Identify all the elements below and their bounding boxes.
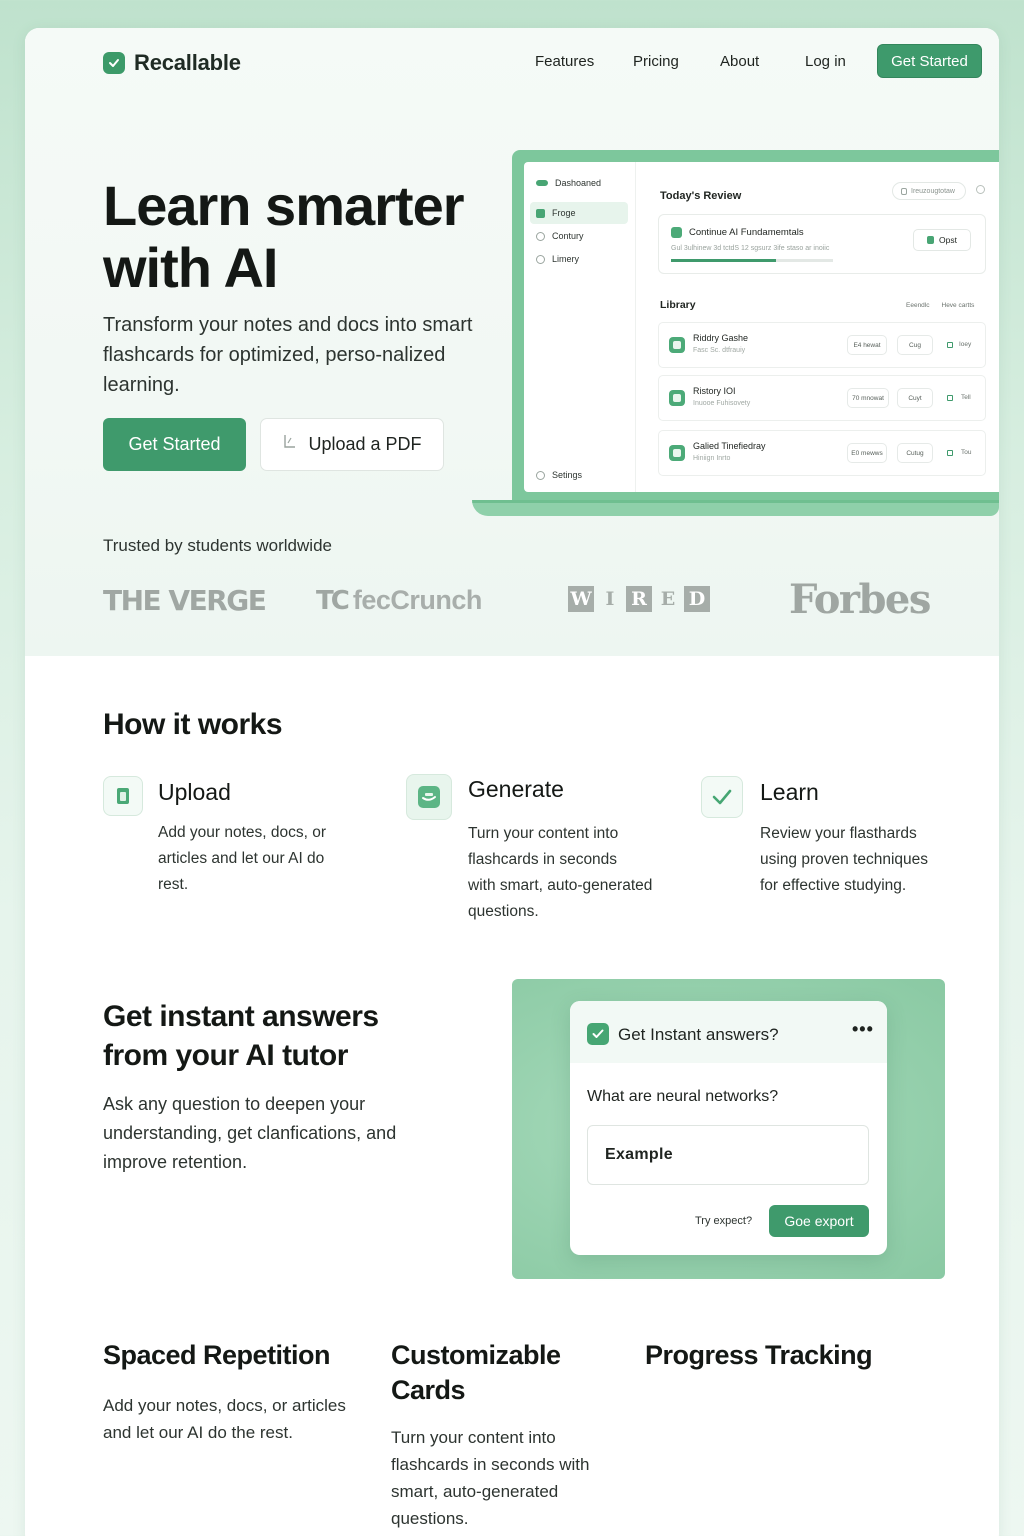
mock-sidebar-item-limery[interactable]: Limery: [530, 248, 628, 270]
mock-today-title: Today's Review: [660, 190, 742, 202]
mock-review-progress: [671, 259, 833, 262]
chat-header: Get Instant answers? •••: [570, 1001, 887, 1063]
mock-sidebar-item-settings[interactable]: Setings: [530, 464, 628, 486]
mock-review-card[interactable]: Continue AI Fundamemtals Gul 3ulhinew 3d…: [658, 214, 986, 274]
mock-sidebar-item-froge[interactable]: Froge: [530, 202, 628, 224]
feature-customizable-cards-text: Turn your content into flashcards in sec…: [391, 1428, 590, 1528]
cards-icon: [536, 208, 545, 218]
app-preview-screen: Dashoaned Froge Contury Limery Setings T…: [524, 162, 999, 492]
feature-progress-tracking-title: Progress Tracking: [645, 1340, 873, 1370]
mock-review-button[interactable]: Opst: [913, 229, 971, 251]
mock-library-tool[interactable]: Heve cartts: [942, 302, 975, 309]
mock-row-dot: [947, 395, 953, 401]
check-icon: [701, 776, 743, 818]
mock-sidebar: Dashoaned Froge Contury Limery Setings: [524, 162, 636, 492]
step-generate-title: Generate: [468, 776, 564, 802]
dashboard-icon: [536, 180, 548, 186]
logo[interactable]: Recallable: [103, 50, 241, 76]
hero-title-line2: with AI: [103, 236, 278, 299]
step-upload-title: Upload: [158, 779, 231, 805]
hero-get-started-button[interactable]: Get Started: [103, 418, 246, 471]
mock-row-dot: [947, 450, 953, 456]
step-generate-text: Turn your content into flashcards in sec…: [468, 825, 653, 920]
nav-link-pricing[interactable]: Pricing: [633, 53, 679, 70]
mock-sidebar-item-dashboard[interactable]: Dashoaned: [530, 172, 628, 194]
chat-submit-button[interactable]: Goe export: [769, 1205, 869, 1237]
hero-title-line1: Learn smarter: [103, 174, 465, 237]
feature-spaced-repetition-text: Add your notes, docs, or articles and le…: [103, 1396, 346, 1442]
how-it-works-title: How it works: [103, 708, 283, 741]
upload-pdf-label: Upload a PDF: [308, 434, 422, 454]
chat-title: Get Instant answers?: [618, 1025, 779, 1044]
ai-tutor-text: Ask any question to deepen your understa…: [103, 1094, 397, 1172]
top-nav: Recallable Features Pricing About Log in…: [25, 28, 999, 98]
feature-customizable-cards-title: Customizable Cards: [391, 1340, 561, 1405]
search-icon: [536, 231, 545, 241]
step-learn-text: Review your flasthards using proven tech…: [760, 825, 929, 894]
deck-icon: [669, 445, 685, 461]
nav-link-about[interactable]: About: [720, 53, 759, 70]
cards-icon: [406, 774, 452, 820]
mock-library-row[interactable]: Galied Tinefiedray Hiniign Inrto E0 meww…: [658, 430, 986, 476]
feature-spaced-repetition-title: Spaced Repetition: [103, 1340, 331, 1370]
step-learn-title: Learn: [760, 779, 819, 805]
mock-sidebar-item-contury[interactable]: Contury: [530, 225, 628, 247]
chat-widget: Get Instant answers? ••• What are neural…: [570, 1001, 887, 1255]
laptop-base: [472, 500, 999, 516]
mock-library-row[interactable]: Riddry Gashe Fasc Sc. dtfrauiy E4 hewat …: [658, 322, 986, 368]
mock-row-pill: E0 mewws: [847, 443, 887, 463]
lock-icon: [901, 187, 907, 195]
mock-row-pill: Cuyt: [897, 388, 933, 408]
mock-library-row[interactable]: Ristory IOI Inuooe Fuhisovety 70 mnowat …: [658, 375, 986, 421]
mock-row-pill: 70 mnowat: [847, 388, 889, 408]
logo-the-verge: THE VERGE: [103, 584, 267, 617]
upload-icon: [282, 433, 298, 456]
chat-question: What are neural networks?: [587, 1088, 779, 1105]
mock-row-dot: [947, 342, 953, 348]
mock-row-pill: Cug: [897, 335, 933, 355]
search-icon: [536, 254, 545, 264]
logo-techcrunch: TC fecCrunch: [316, 585, 482, 616]
deck-icon: [669, 337, 685, 353]
hero-subtitle: Transform your notes and docs into smart…: [103, 314, 473, 396]
mock-library-tools: Eeendlc Heve cartts: [906, 302, 974, 309]
logo-forbes: Forbes: [789, 576, 931, 623]
app-preview-laptop: Dashoaned Froge Contury Limery Setings T…: [512, 150, 999, 500]
mock-row-pill: E4 hewat: [847, 335, 887, 355]
more-options-icon[interactable]: •••: [852, 1019, 874, 1040]
mock-review-progress-fill: [671, 259, 777, 262]
hero-title: Learn smarter with AI: [103, 175, 503, 299]
nav-get-started-button[interactable]: Get Started: [877, 44, 982, 78]
logo-text: Recallable: [134, 50, 241, 75]
logo-wired: W I R E D: [568, 586, 710, 612]
ai-tutor-title: Get instant answers from your AI tutor: [103, 1000, 379, 1072]
nav-link-login[interactable]: Log in: [805, 53, 846, 70]
mock-row-pill: Cutug: [897, 443, 933, 463]
gear-icon: [536, 470, 545, 480]
document-icon: [103, 776, 143, 816]
logo-check-icon: [103, 52, 125, 74]
deck-icon: [669, 390, 685, 406]
mock-library-title: Library: [660, 299, 696, 311]
step-upload-text: Add your notes, docs, or articles and le…: [158, 824, 327, 893]
chat-hint[interactable]: Try expect?: [695, 1215, 752, 1227]
nav-link-features[interactable]: Features: [535, 53, 594, 70]
trusted-label: Trusted by students worldwide: [103, 536, 332, 555]
check-icon: [671, 227, 682, 238]
cloud-icon[interactable]: [976, 185, 985, 194]
page: Recallable Features Pricing About Log in…: [25, 28, 999, 1536]
chat-answer-input[interactable]: Example: [587, 1125, 869, 1185]
mock-search-input[interactable]: Ireuzougtotaw: [892, 182, 966, 200]
cards-icon: [927, 236, 935, 244]
upload-pdf-button[interactable]: Upload a PDF: [260, 418, 444, 471]
check-icon: [587, 1023, 609, 1045]
mock-library-tool[interactable]: Eeendlc: [906, 302, 930, 309]
